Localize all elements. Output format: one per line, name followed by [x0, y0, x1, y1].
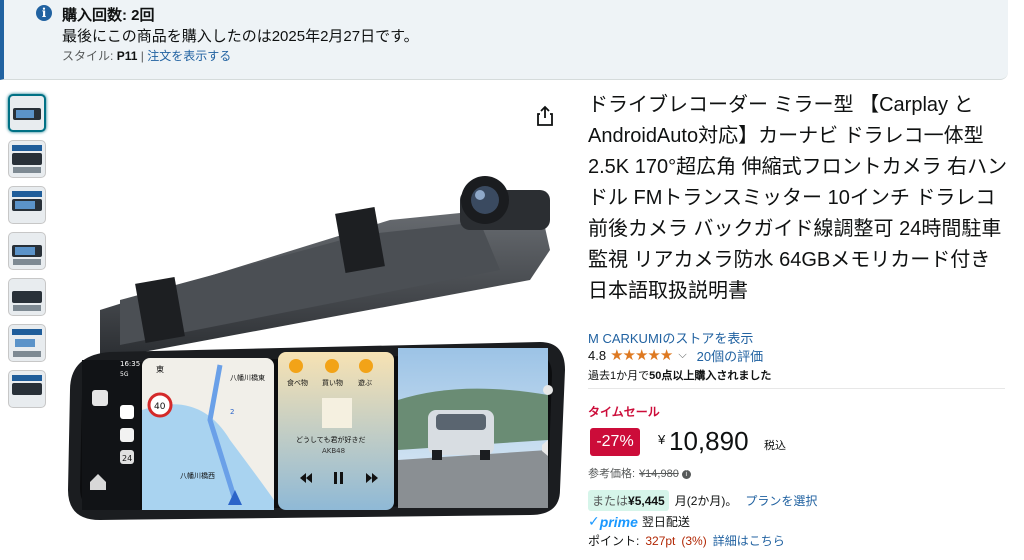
- separator: |: [140, 49, 144, 63]
- reference-price: ¥14,980: [639, 468, 679, 480]
- style-label: スタイル:: [62, 49, 114, 63]
- status-time: 16:35: [120, 360, 140, 368]
- thumbnail-3[interactable]: [8, 186, 46, 224]
- phone-app-icon: [92, 390, 108, 406]
- front-camera-icon: [460, 176, 550, 230]
- map-label-2: 八幡川橋西: [180, 471, 215, 480]
- thumbnail-4[interactable]: [8, 232, 46, 270]
- star-rating-icon[interactable]: ★★★★★: [610, 346, 673, 364]
- price: 10,890: [669, 426, 749, 456]
- installment-amount: ¥5,445: [628, 494, 665, 508]
- app-icon: [120, 428, 134, 442]
- thumbnail-list: [8, 94, 50, 416]
- last-purchase-text: 最後にこの商品を購入したのは2025年2月27日です。: [62, 28, 419, 45]
- points-percent: (3%): [681, 534, 707, 548]
- share-icon[interactable]: [535, 105, 555, 127]
- product-image[interactable]: 16:35 5G 24 東 八幡川橋東 八幡川橋西 40 2 食べ物 買い物 遊…: [60, 160, 580, 530]
- app-label-3: 遊ぶ: [358, 378, 372, 387]
- prime-delivery: 翌日配送: [641, 515, 690, 529]
- apps-panel: [278, 352, 394, 510]
- food-icon: [289, 359, 303, 373]
- installment-pill: または¥5,445: [588, 490, 669, 511]
- song-artist: AKB48: [322, 447, 345, 455]
- brightness-icon: [543, 385, 553, 395]
- currency-symbol: ¥: [658, 432, 666, 447]
- bought-count: 50点以上購入されました: [649, 370, 772, 382]
- bought-in-past-month: 過去1か月で50点以上購入されました: [588, 367, 771, 383]
- car-icon: [428, 410, 494, 460]
- bought-prefix: 過去1か月で: [588, 370, 650, 382]
- shopping-icon: [325, 359, 339, 373]
- prime-logo: prime: [599, 513, 638, 530]
- prime-check-icon: ✓: [588, 513, 600, 529]
- view-order-link[interactable]: 注文を表示する: [147, 49, 231, 63]
- reference-price-label: 参考価格:: [588, 468, 636, 480]
- map-label-east: 東: [156, 364, 164, 374]
- points-value: 327pt: [645, 534, 676, 548]
- divider: [588, 388, 1005, 389]
- points-label: ポイント:: [588, 534, 640, 548]
- reviews-link[interactable]: 20個の評価: [697, 346, 763, 365]
- installment-term: 月(2か月)。: [674, 494, 738, 508]
- app-label-1: 食べ物: [287, 378, 308, 387]
- speed-sign-value: 40: [154, 402, 166, 412]
- prime-row: ✓ prime 翌日配送: [588, 513, 690, 530]
- installment-row: または¥5,445 月(2か月)。 プランを選択: [588, 490, 817, 511]
- thumbnail-5[interactable]: [8, 278, 46, 316]
- chevron-down-icon[interactable]: ⌵: [678, 349, 686, 362]
- points-row: ポイント: 327pt (3%) 詳細はこちら: [588, 532, 785, 549]
- tax-label: 税込: [764, 440, 786, 452]
- discount-badge: -27%: [590, 428, 640, 456]
- thumbnail-1[interactable]: [8, 94, 46, 132]
- rating-value: 4.8: [588, 347, 607, 363]
- installment-prefix: または: [592, 494, 629, 508]
- maps-app-icon: [120, 405, 134, 419]
- map-label-1: 八幡川橋東: [230, 373, 265, 382]
- thumbnail-2[interactable]: [8, 140, 46, 178]
- select-plan-link[interactable]: プランを選択: [745, 492, 817, 509]
- points-details-link[interactable]: 詳細はこちら: [713, 534, 785, 548]
- route-number: 2: [230, 408, 234, 416]
- info-icon: i: [36, 5, 52, 21]
- thumbnail-6[interactable]: [8, 324, 46, 362]
- time-sale-badge: タイムセール: [588, 405, 660, 419]
- thumbnail-7[interactable]: [8, 370, 46, 408]
- info-icon[interactable]: i: [681, 470, 691, 479]
- style-row: スタイル: P11 | 注文を表示する: [62, 47, 231, 64]
- play-icon: [359, 359, 373, 373]
- style-value: P11: [116, 49, 138, 63]
- song-title: どうしても君が好きだ: [296, 435, 365, 444]
- reference-price-row: 参考価格: ¥14,980 i: [588, 465, 691, 481]
- store-link[interactable]: M CARKUMIのストアを表示: [588, 328, 753, 347]
- calendar-day: 24: [122, 454, 132, 463]
- rating-row: 4.8 ★★★★★ ⌵ 20個の評価: [588, 346, 763, 364]
- album-art: [322, 398, 352, 428]
- purchase-history-banner: i 購入回数: 2回 最後にこの商品を購入したのは2025年2月27日です。 ス…: [0, 0, 1008, 80]
- product-title: ドライブレコーダー ミラー型 【Carplay とAndroidAuto対応】カ…: [588, 94, 1008, 302]
- status-signal: 5G: [120, 371, 129, 378]
- app-label-2: 買い物: [322, 378, 343, 387]
- purchase-count: 購入回数: 2回: [62, 7, 155, 24]
